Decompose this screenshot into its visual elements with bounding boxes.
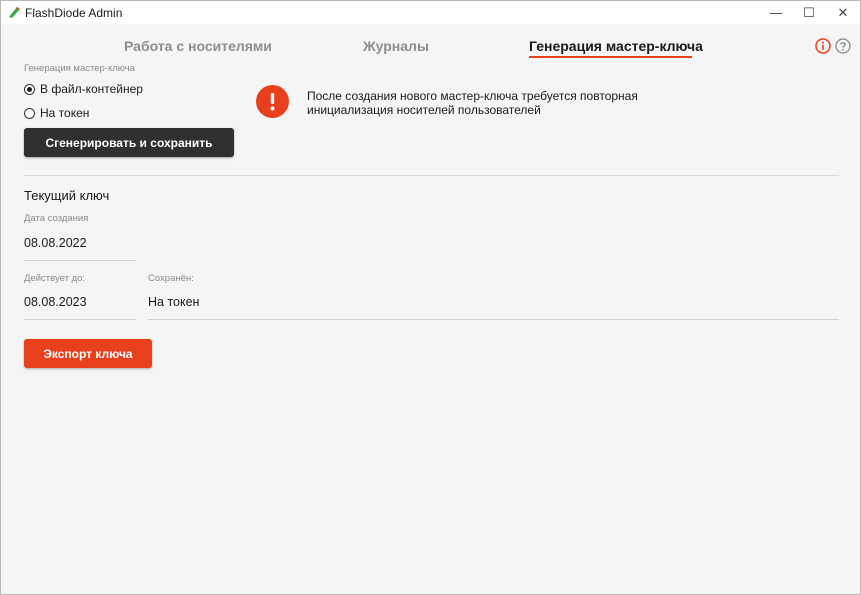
section-divider (24, 175, 839, 176)
exclamation-icon (256, 85, 289, 118)
radio-token[interactable]: На токен (24, 106, 89, 120)
tab-master-key-generation[interactable]: Генерация мастер-ключа (529, 38, 703, 54)
saved-location-value: На токен (148, 295, 200, 309)
current-key-title: Текущий ключ (24, 188, 110, 203)
active-tab-indicator (529, 56, 692, 58)
app-logo-icon (9, 7, 20, 18)
saved-location-label: Сохранён: (148, 273, 194, 284)
valid-until-label: Действует до: (24, 273, 86, 284)
radio-file-container[interactable]: В файл-контейнер (24, 82, 143, 96)
valid-until-value: 08.08.2023 (24, 295, 87, 309)
generation-section-caption: Генерация мастер-ключа (24, 63, 135, 74)
tab-carriers[interactable]: Работа с носителями (124, 38, 272, 54)
info-icon[interactable] (815, 38, 831, 54)
minimize-button[interactable]: — (759, 1, 793, 24)
title-bar: FlashDiode Admin — ☐ ✕ (1, 1, 860, 24)
tab-journals[interactable]: Журналы (363, 38, 429, 54)
valid-until-underline (24, 319, 136, 320)
help-icon[interactable] (835, 38, 851, 54)
generate-and-save-button[interactable]: Сгенерировать и сохранить (24, 128, 234, 157)
radio-unselected-indicator[interactable] (24, 107, 35, 119)
export-key-button[interactable]: Экспорт ключа (24, 339, 152, 368)
radio-file-container-label: В файл-контейнер (40, 82, 143, 96)
saved-location-underline (148, 319, 839, 320)
created-date-value: 08.08.2022 (24, 236, 87, 250)
window-title: FlashDiode Admin (25, 6, 123, 20)
radio-selected-indicator[interactable] (24, 83, 35, 95)
radio-token-label: На токен (40, 106, 90, 120)
created-date-label: Дата создания (24, 213, 89, 224)
maximize-button[interactable]: ☐ (792, 1, 826, 24)
created-date-underline (24, 260, 136, 261)
warning-message: После создания нового мастер-ключа требу… (307, 89, 638, 117)
close-button[interactable]: ✕ (826, 1, 860, 24)
app-window: FlashDiode Admin — ☐ ✕ Работа с носителя… (0, 0, 861, 595)
